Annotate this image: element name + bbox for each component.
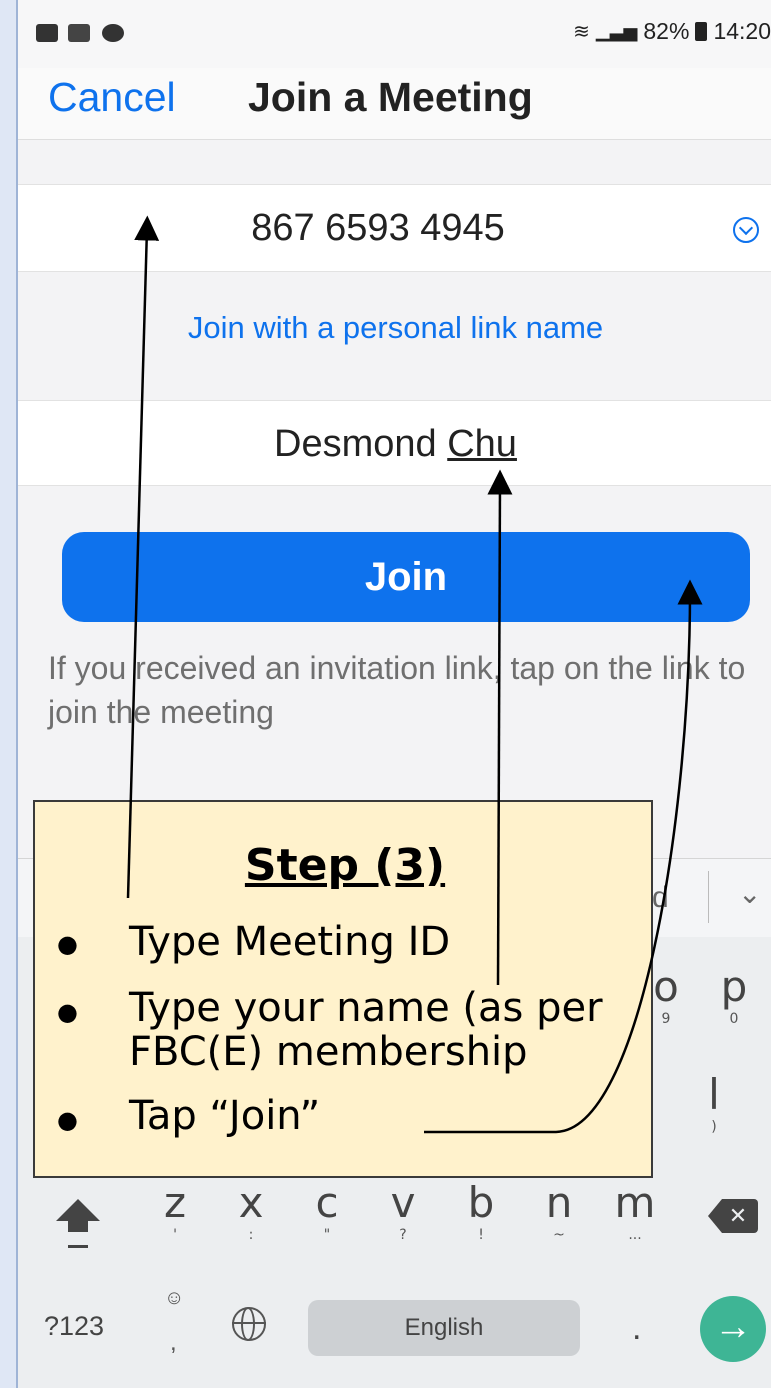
page-title: Join a Meeting — [248, 74, 533, 120]
shift-underline — [68, 1245, 88, 1248]
key-sub: ) — [711, 1119, 717, 1135]
key-z[interactable]: z ' — [152, 1178, 198, 1244]
key-n[interactable]: n ~ — [536, 1178, 582, 1244]
period-key[interactable]: . — [632, 1309, 641, 1348]
name-field[interactable]: Desmond Chu — [18, 400, 771, 486]
key-sub: : — [248, 1227, 254, 1243]
space-key[interactable]: English — [308, 1300, 580, 1356]
name-first: Desmond — [274, 423, 437, 465]
enter-key[interactable]: → — [700, 1296, 766, 1362]
nav-bar: Cancel Join a Meeting — [18, 68, 771, 140]
join-button[interactable]: Join — [62, 532, 750, 622]
key-label: l — [708, 1070, 720, 1119]
shift-icon — [56, 1199, 100, 1221]
wifi-icon: ≋ — [573, 21, 590, 43]
key-label: z — [163, 1178, 187, 1227]
laz-icon — [68, 24, 90, 42]
arrow-right-icon: → — [714, 1306, 752, 1348]
globe-icon[interactable] — [232, 1307, 266, 1341]
space-key-label: English — [404, 1314, 484, 1341]
key-label: m — [614, 1178, 656, 1227]
name-last: Chu — [447, 423, 517, 465]
key-l[interactable]: l ) — [694, 1070, 734, 1136]
personal-link-name-link[interactable]: Join with a personal link name — [18, 310, 771, 346]
image-icon — [36, 24, 58, 42]
status-bar: ≋ ▁▃▅ 82% 14:20 — [18, 0, 771, 68]
key-label: n — [545, 1178, 573, 1227]
key-label: x — [238, 1178, 264, 1227]
comma-key[interactable]: , — [170, 1329, 177, 1357]
key-sub: 0 — [729, 1011, 739, 1027]
callout-title: Step (3) — [244, 840, 446, 891]
key-v[interactable]: v ? — [380, 1178, 426, 1244]
chat-icon — [102, 24, 124, 42]
key-p[interactable]: p 0 — [714, 962, 754, 1028]
status-right: ≋ ▁▃▅ 82% 14:20 — [573, 18, 771, 45]
callout-item-join: Tap “Join” — [129, 1093, 321, 1139]
bullet-icon: ● — [57, 998, 78, 1026]
key-x[interactable]: x : — [228, 1178, 274, 1244]
backspace-icon[interactable]: ✕ — [708, 1199, 758, 1233]
callout-item-meeting-id: Type Meeting ID — [129, 919, 451, 965]
phone-screen: ≋ ▁▃▅ 82% 14:20 Cancel Join a Meeting 86… — [16, 0, 771, 1388]
chevron-down-icon[interactable]: ⌄ — [738, 877, 761, 910]
key-b[interactable]: b ! — [458, 1178, 504, 1244]
battery-percent: 82% — [643, 18, 690, 44]
bullet-icon: ● — [57, 1106, 78, 1134]
meeting-id-field[interactable]: 867 6593 4945 — [18, 184, 771, 272]
key-sub: ? — [399, 1227, 407, 1243]
key-m[interactable]: m ... — [610, 1178, 660, 1244]
join-button-label: Join — [364, 554, 448, 599]
invitation-hint: If you received an invitation link, tap … — [48, 650, 746, 730]
battery-icon — [695, 22, 708, 41]
key-c[interactable]: c " — [304, 1178, 350, 1244]
meeting-id-value: 867 6593 4945 — [251, 207, 505, 249]
chevron-down-icon[interactable] — [733, 217, 759, 243]
key-label: p — [720, 962, 748, 1011]
key-sub: ' — [173, 1227, 177, 1243]
divider — [708, 871, 709, 923]
clock: 14:20 — [713, 18, 771, 44]
instruction-callout: Step (3) ● Type Meeting ID ● Type your n… — [33, 800, 653, 1178]
name-value: Desmond Chu — [18, 423, 771, 466]
symbols-key[interactable]: ?123 — [44, 1311, 104, 1342]
key-sub: " — [323, 1227, 331, 1243]
emoji-icon[interactable]: ☺ — [164, 1287, 184, 1310]
key-sub: ... — [628, 1227, 642, 1243]
bullet-icon: ● — [57, 930, 78, 958]
shift-icon-stem — [68, 1220, 88, 1232]
key-label: v — [390, 1178, 416, 1227]
cancel-button[interactable]: Cancel — [48, 74, 176, 121]
key-label: c — [315, 1178, 339, 1227]
key-sub: ! — [478, 1227, 484, 1243]
key-sub: ~ — [553, 1227, 565, 1243]
key-label: b — [467, 1178, 495, 1227]
callout-item-name: Type your name (as per FBC(E) membership — [129, 985, 603, 1075]
signal-icon: ▁▃▅ — [595, 21, 638, 41]
